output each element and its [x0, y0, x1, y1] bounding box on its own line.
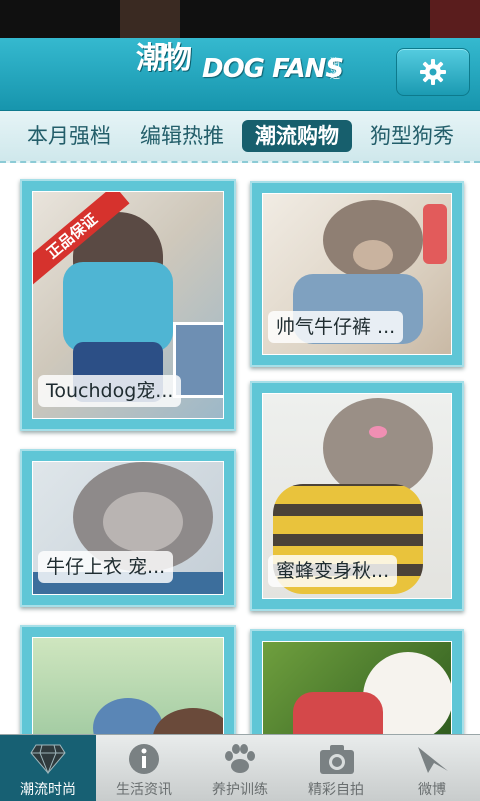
category-tabs: 本月强档 编辑热推 潮流购物 狗型狗秀 [0, 111, 480, 163]
nav-weibo[interactable]: 微博 [384, 735, 480, 801]
product-photo [32, 637, 224, 734]
gear-icon [420, 59, 446, 85]
nav-selfie[interactable]: 精彩自拍 [288, 735, 384, 801]
nav-label: 微博 [418, 782, 446, 798]
nav-label: 生活资讯 [116, 782, 172, 798]
diamond-icon [30, 744, 66, 775]
logo-dog-fans: DOG FANS [202, 54, 344, 84]
product-card[interactable] [20, 625, 236, 734]
tab-editor-picks[interactable]: 编辑热推 [130, 120, 234, 152]
tab-trend-shopping[interactable]: 潮流购物 [242, 120, 352, 152]
product-grid: 正品保证 Touchdog宠... 帅气牛仔裤 ... 牛仔上衣 宠... 蜜蜂… [0, 163, 480, 734]
nav-label: 养护训练 [212, 782, 268, 798]
nav-fashion[interactable]: 潮流时尚 [0, 735, 96, 801]
camera-icon [320, 745, 354, 774]
nav-label: 精彩自拍 [308, 782, 364, 798]
bottom-navigation: 潮流时尚 生活资讯 养护训练 精彩自拍 微博 [0, 734, 480, 801]
product-caption: 牛仔上衣 宠... [38, 551, 174, 583]
product-card[interactable]: 蜜蜂变身秋... [250, 381, 464, 611]
nav-care-training[interactable]: 养护训练 [192, 735, 288, 801]
product-caption: Touchdog宠... [38, 375, 182, 407]
logo-chinese: 潮物 [136, 41, 192, 76]
info-icon [129, 744, 159, 774]
tab-dog-show[interactable]: 狗型狗秀 [358, 120, 466, 152]
product-card[interactable] [250, 629, 464, 734]
product-photo [262, 641, 452, 734]
nav-label: 潮流时尚 [20, 782, 76, 798]
product-caption: 帅气牛仔裤 ... [268, 311, 404, 343]
send-icon [418, 747, 448, 773]
product-card[interactable]: 牛仔上衣 宠... [20, 449, 236, 607]
paw-icon [225, 744, 255, 773]
settings-button[interactable] [396, 48, 470, 96]
logo-subtitle: 狗迷 [330, 58, 340, 81]
tab-monthly-hits[interactable]: 本月强档 [14, 120, 124, 152]
product-card[interactable]: 正品保证 Touchdog宠... [20, 179, 236, 431]
product-caption: 蜜蜂变身秋... [268, 555, 398, 587]
status-bar [0, 0, 480, 38]
nav-life-info[interactable]: 生活资讯 [96, 735, 192, 801]
product-card[interactable]: 帅气牛仔裤 ... [250, 181, 464, 367]
